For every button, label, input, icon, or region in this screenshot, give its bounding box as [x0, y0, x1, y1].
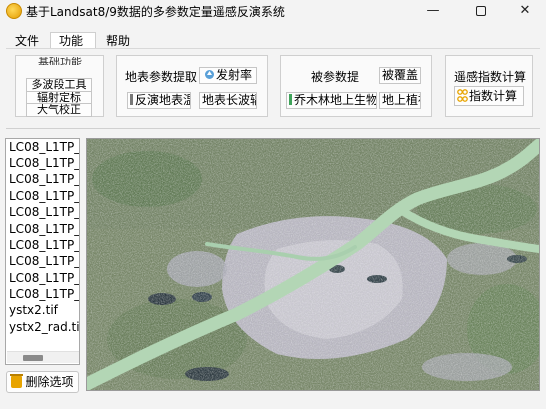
list-horizontal-scrollbar[interactable]: [7, 351, 79, 363]
satellite-image-view[interactable]: [86, 138, 540, 391]
land-surface-temp-button[interactable]: 反演地表温: [127, 92, 191, 109]
index-calculation-group: 遥感指数计算 指数计算: [445, 55, 533, 117]
index-calc-icon: [457, 89, 468, 102]
delete-selection-button[interactable]: 删除选项: [6, 371, 79, 393]
emissivity-icon: [204, 70, 214, 79]
tab-help[interactable]: 帮助: [97, 32, 139, 49]
ribbon-separator: [6, 128, 540, 129]
longwave-radiation-button[interactable]: 地表长波辐: [199, 92, 257, 109]
vegetation-cover-button[interactable]: 被覆盖: [379, 67, 421, 84]
maximize-button[interactable]: [458, 0, 504, 22]
vegetation-parameter-group: 被参数提 被覆盖 乔木林地上生物 地上植被: [280, 55, 432, 117]
list-item[interactable]: LC08_L1TP_1: [9, 253, 79, 269]
forest-biomass-label: 乔木林地上生物: [294, 93, 377, 107]
list-item[interactable]: LC08_L1TP_1: [9, 139, 79, 155]
minimize-button[interactable]: —: [410, 0, 456, 22]
close-button[interactable]: ✕: [502, 0, 546, 22]
index-calculation-button[interactable]: 指数计算: [454, 86, 524, 106]
list-item[interactable]: ystx2_rad.tif: [9, 319, 79, 335]
window-title: 基于Landsat8/9数据的多参数定量遥感反演系统: [26, 5, 285, 19]
multiband-tool-button[interactable]: 多波段工具: [26, 78, 92, 92]
atmospheric-correction-button[interactable]: 大气校正: [26, 103, 92, 117]
list-item[interactable]: LC08_L1TP_1: [9, 237, 79, 253]
file-list[interactable]: LC08_L1TP_1 LC08_L1TP_1 LC08_L1TP_1 LC08…: [5, 138, 80, 365]
scrollbar-thumb[interactable]: [23, 355, 43, 361]
list-item[interactable]: LC08_L1TP_1: [9, 171, 79, 187]
list-item[interactable]: LC08_L1TP_1: [9, 155, 79, 171]
list-item[interactable]: LC08_L1TP_1: [9, 270, 79, 286]
title-bar: 基于Landsat8/9数据的多参数定量遥感反演系统 — ✕: [0, 0, 546, 22]
list-item[interactable]: LC08_L1TP_1: [9, 221, 79, 237]
land-surface-temp-label: 反演地表温: [135, 93, 191, 107]
group-title-index: 遥感指数计算: [454, 70, 527, 84]
emissivity-button[interactable]: 发射率: [199, 67, 257, 84]
group-title-surface: 地表参数提取: [125, 70, 198, 84]
group-title-basic: 基础功能: [38, 57, 82, 65]
list-item[interactable]: LC08_L1TP_1: [9, 204, 79, 220]
tab-function[interactable]: 功能: [50, 32, 96, 49]
emissivity-label: 发射率: [215, 68, 252, 82]
landsat-image: [87, 139, 539, 390]
group-title-vegetation: 被参数提: [311, 70, 360, 84]
list-item[interactable]: LC08_L1TP_1: [9, 286, 79, 302]
aboveground-vegetation-button[interactable]: 地上植被: [379, 92, 421, 109]
maximize-icon: [476, 6, 486, 16]
delete-selection-label: 删除选项: [25, 375, 74, 389]
app-logo-icon: [6, 3, 22, 19]
biomass-icon: [289, 94, 292, 105]
ribbon-divider: [6, 48, 540, 49]
trash-icon: [10, 374, 24, 388]
lst-icon: [130, 94, 133, 105]
index-calculation-label: 指数计算: [469, 89, 518, 103]
surface-parameter-group: 地表参数提取 发射率 反演地表温 地表长波辐: [116, 55, 268, 117]
list-item[interactable]: LC08_L1TP_1: [9, 188, 79, 204]
forest-biomass-button[interactable]: 乔木林地上生物: [286, 92, 377, 109]
tab-file[interactable]: 文件: [6, 32, 49, 49]
list-item[interactable]: ystx2.tif: [9, 302, 58, 318]
basic-functions-group: 基础功能 多波段工具 辐射定标 大气校正: [15, 55, 104, 117]
